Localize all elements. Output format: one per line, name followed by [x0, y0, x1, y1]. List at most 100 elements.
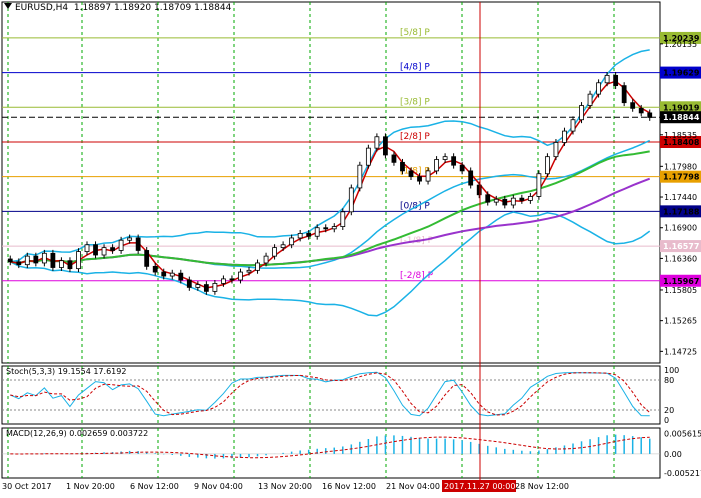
price-tag: 1.19629: [663, 69, 700, 78]
candle-body: [110, 247, 115, 251]
time-tick-label: 30 Oct 2017: [2, 482, 51, 491]
candle-body: [161, 271, 167, 277]
candle-body: [118, 239, 124, 251]
candle-body: [212, 283, 218, 292]
macd-label: MACD(12,26,9) 0.002659 0.003722: [6, 429, 148, 438]
dropdown-triangle-icon[interactable]: [4, 3, 12, 9]
murrey-label: [2/8] P: [400, 132, 430, 142]
macd-axis-label: 0.005615: [664, 429, 701, 438]
main-panel-border: [1, 1, 661, 364]
candle-body: [41, 252, 47, 264]
price-tick-label: 1.16360: [664, 254, 697, 263]
price-tag: 1.16577: [663, 242, 699, 251]
stoch-axis-label: 0: [664, 416, 669, 425]
symbol-timeframe: EURUSD,H4: [15, 3, 69, 13]
candle-body: [630, 102, 636, 109]
stoch-signal-line: [10, 372, 651, 416]
murrey-label: [5/8] P: [400, 28, 430, 38]
candle-body: [502, 198, 508, 206]
trading-chart[interactable]: [5/8] P[4/8] P[3/8] P[2/8] P[1/8] P[0/8]…: [0, 0, 701, 498]
candle-body: [417, 176, 422, 182]
time-tick-label: 16 Nov 12:00: [322, 482, 376, 491]
price-tick-label: 1.16900: [664, 224, 697, 233]
price-tag: 1.17188: [663, 207, 700, 216]
candle-body: [570, 119, 576, 132]
candle-body: [67, 260, 73, 270]
candle-body: [510, 197, 516, 206]
price-tick-label: 1.14725: [664, 347, 697, 356]
candle-body: [596, 82, 601, 95]
candle-body: [314, 227, 320, 237]
candle-body: [323, 227, 329, 230]
candle-body: [263, 255, 269, 264]
candle-body: [7, 258, 13, 263]
candle-body: [221, 278, 226, 284]
candle-body: [135, 237, 141, 251]
candle-body: [144, 250, 150, 267]
candle-body: [33, 255, 39, 264]
price-tick-label: 1.17980: [664, 162, 697, 171]
current-price-tag: 1.18844: [663, 113, 700, 122]
stoch-axis-label: 80: [664, 376, 674, 385]
price-tick-label: 1.17440: [664, 193, 697, 202]
candle-body: [203, 284, 209, 292]
murrey-label: [-2/8] P: [400, 271, 434, 281]
candle-body: [468, 170, 474, 186]
candle-body: [348, 187, 354, 213]
macd-axis-label: -0.005217: [664, 469, 701, 478]
candle-body: [383, 136, 388, 156]
candle-body: [255, 262, 260, 271]
candle-body: [84, 244, 90, 252]
stochastic-panel: [2, 371, 660, 417]
grid-lines: [1, 1, 661, 479]
time-tick-label: 21 Nov 04:00: [386, 482, 440, 491]
candle-body: [229, 278, 235, 281]
candle-body: [485, 194, 491, 203]
candle-body: [400, 161, 405, 172]
candle-body: [545, 156, 550, 175]
candle-body: [16, 261, 22, 266]
candle-body: [536, 173, 542, 197]
murrey-label: [3/8] P: [400, 97, 430, 107]
candle-body: [527, 196, 533, 201]
candle-body: [493, 198, 499, 203]
candle-body: [442, 156, 448, 160]
candle-body: [647, 112, 653, 118]
candle-body: [169, 272, 175, 277]
candle-body: [340, 211, 346, 227]
candle-body: [519, 197, 525, 201]
time-tick-label: 13 Nov 20:00: [258, 482, 312, 491]
candle-body: [476, 184, 482, 196]
candle-body: [238, 271, 243, 281]
candle-body: [391, 154, 397, 163]
candle-body: [297, 233, 303, 239]
candle-body: [186, 279, 192, 288]
candle-body: [425, 170, 431, 182]
candle-body: [24, 255, 30, 266]
time-tick-label: 9 Nov 04:00: [194, 482, 243, 491]
stoch-label: Stoch(5,3,3) 19.1554 17.6192: [6, 367, 126, 376]
candle-body: [272, 247, 277, 257]
candle-body: [374, 136, 380, 149]
candle-body: [613, 74, 619, 87]
candle-body: [553, 142, 559, 158]
candle-body: [604, 74, 610, 84]
candle-body: [408, 170, 414, 177]
ohlc-values: 1.18897 1.18920 1.18709 1.18844: [73, 3, 232, 13]
candle-body: [178, 272, 184, 281]
candle-body: [152, 265, 158, 273]
candle-body: [331, 226, 337, 230]
candle-body: [289, 237, 295, 246]
candle-body: [101, 247, 107, 256]
candle-body: [357, 164, 363, 189]
price-tag: 1.19019: [663, 103, 700, 112]
macd-panel: [2, 434, 660, 459]
candle-body: [306, 233, 312, 237]
candle-body: [195, 284, 201, 288]
candle-body: [621, 85, 627, 104]
candle-body: [579, 105, 584, 121]
candle-body: [59, 260, 64, 268]
candle-body: [76, 251, 81, 270]
candle-body: [93, 244, 98, 256]
price-tag: 1.17798: [663, 173, 700, 182]
